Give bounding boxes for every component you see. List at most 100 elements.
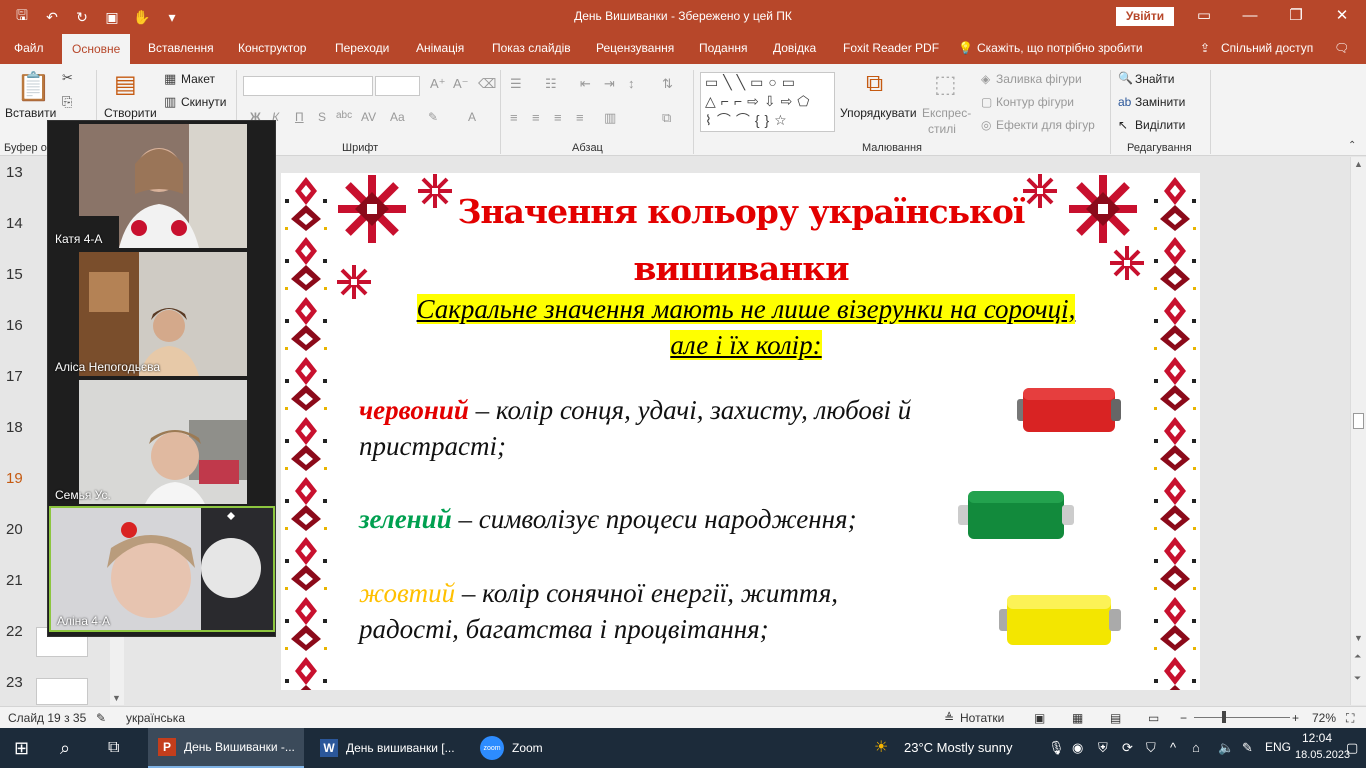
pen-icon[interactable]: ✎	[1242, 740, 1253, 756]
sign-in-button[interactable]: Увійти	[1116, 7, 1174, 26]
justify-icon[interactable]: ≡	[576, 110, 584, 125]
red-description[interactable]: червоний – колір сонця, удачі, захисту, …	[359, 392, 911, 464]
line-spacing-icon[interactable]: ↕	[628, 76, 635, 91]
font-size-input[interactable]	[375, 76, 420, 96]
align-left-icon[interactable]: ≡	[510, 110, 518, 125]
taskbar-word[interactable]: W День вишиванки [...	[310, 728, 466, 768]
underline-button[interactable]: П	[295, 110, 304, 124]
comments-icon[interactable]: 🗨	[1334, 41, 1349, 55]
zoom-tray-icon[interactable]: ◉	[1072, 740, 1083, 756]
sync-icon[interactable]: ⟳	[1122, 740, 1133, 756]
start-button[interactable]: ⊞	[14, 728, 29, 768]
normal-view-icon[interactable]: ▣	[1034, 711, 1045, 725]
defender-icon[interactable]: ⛉	[1146, 740, 1156, 756]
shape-fill-button[interactable]: Заливка фігури	[996, 72, 1082, 86]
arrange-button[interactable]: Упорядкувати	[840, 106, 917, 120]
scroll-down-icon[interactable]: ▼	[112, 693, 121, 703]
decrease-indent-icon[interactable]: ⇤	[580, 76, 591, 92]
quick-styles-icon[interactable]: ⬚	[934, 70, 957, 99]
participant-tile[interactable]: Аліса Непогодьєва	[49, 250, 275, 376]
search-icon[interactable]: ⌕	[60, 728, 70, 768]
tab-design[interactable]: Конструктор	[238, 41, 306, 55]
align-center-icon[interactable]: ≡	[532, 110, 540, 125]
tab-animations[interactable]: Анімація	[416, 41, 464, 55]
shape-fill-icon[interactable]: ◈	[981, 72, 990, 86]
copy-icon[interactable]: ⎘	[62, 94, 72, 110]
new-slide-icon[interactable]: ▤	[114, 70, 137, 99]
tab-slideshow[interactable]: Показ слайдів	[492, 41, 571, 55]
paste-icon[interactable]: 📋	[16, 70, 51, 103]
volume-icon[interactable]: 🔈	[1218, 740, 1234, 756]
slide-subtitle[interactable]: Сакральне значення мають не лише візерун…	[371, 291, 1121, 363]
tab-foxit[interactable]: Foxit Reader PDF	[843, 41, 939, 55]
shapes-gallery[interactable]: ▭╲╲▭○▭ △⌐⌐⇨⇩⇨⬠ ⌇⌒⌒{}☆	[700, 72, 835, 132]
shape-outline-button[interactable]: Контур фігури	[996, 95, 1074, 109]
tab-transitions[interactable]: Переходи	[335, 41, 389, 55]
layout-icon[interactable]: ▦	[164, 71, 176, 87]
arrange-icon[interactable]: ⧉	[866, 70, 883, 98]
strikethrough-button[interactable]: S	[318, 110, 326, 124]
taskbar-powerpoint[interactable]: P День Вишиванки -...	[148, 728, 304, 768]
cut-icon[interactable]: ✂	[62, 70, 73, 86]
shape-effects-icon[interactable]: ◎	[981, 118, 991, 132]
shadow-button[interactable]: abc	[336, 110, 352, 121]
weather-icon[interactable]: ☀	[874, 737, 888, 757]
decrease-font-icon[interactable]: A⁻	[453, 76, 469, 92]
zoom-in-icon[interactable]: +	[1292, 711, 1299, 725]
reset-button[interactable]: Скинути	[181, 95, 226, 109]
shape-effects-button[interactable]: Ефекти для фігур	[996, 118, 1095, 132]
select-icon[interactable]: ↖	[1118, 118, 1128, 132]
next-slide-icon[interactable]: ⏷	[1354, 673, 1361, 684]
input-language[interactable]: ENG	[1265, 740, 1291, 754]
slide-canvas[interactable]: Значення кольору української вишиванки С…	[281, 173, 1200, 690]
align-right-icon[interactable]: ≡	[554, 110, 562, 125]
increase-indent-icon[interactable]: ⇥	[604, 76, 615, 92]
language-indicator[interactable]: українська	[126, 711, 185, 725]
tab-insert[interactable]: Вставлення	[148, 41, 214, 55]
notes-button[interactable]: Нотатки	[960, 711, 1004, 725]
scroll-down-icon[interactable]: ▼	[1354, 633, 1363, 643]
share-button[interactable]: Спільний доступ	[1221, 41, 1313, 55]
participant-tile-active-speaker[interactable]: Аліна 4-А	[49, 506, 275, 632]
show-hidden-icon[interactable]: ^	[1170, 740, 1176, 755]
collapse-ribbon-icon[interactable]: ⌃	[1348, 140, 1356, 151]
minimize-button[interactable]: —	[1230, 4, 1270, 28]
green-description[interactable]: зелений – символізує процеси народження;	[359, 501, 857, 537]
spacing-button[interactable]: AV	[361, 110, 376, 124]
ribbon-display-icon[interactable]: ▭	[1184, 4, 1224, 28]
replace-button[interactable]: Замінити	[1135, 95, 1185, 109]
task-view-icon[interactable]: ⧉	[108, 728, 119, 768]
tab-help[interactable]: Довідка	[773, 41, 816, 55]
zoom-out-icon[interactable]: −	[1180, 711, 1187, 725]
participant-tile[interactable]: Семья Ус.	[49, 378, 275, 504]
security-icon[interactable]: ⛨	[1098, 740, 1108, 756]
increase-font-icon[interactable]: A⁺	[430, 76, 446, 92]
change-case-button[interactable]: Aa	[390, 110, 405, 124]
participant-tile[interactable]: Катя 4-А	[49, 122, 275, 248]
clock-date[interactable]: 18.05.2023	[1295, 749, 1350, 761]
zoom-level[interactable]: 72%	[1312, 711, 1336, 725]
smartart-icon[interactable]: ⧉	[662, 110, 671, 126]
shape-outline-icon[interactable]: ▢	[981, 95, 992, 109]
slideshow-icon[interactable]: ▭	[1148, 711, 1159, 725]
tab-home[interactable]: Основне	[62, 34, 131, 64]
zoom-slider[interactable]	[1194, 717, 1290, 718]
slide-title[interactable]: Значення кольору української вишиванки	[431, 183, 1051, 297]
scroll-up-icon[interactable]: ▲	[1354, 159, 1363, 169]
select-button[interactable]: Виділити	[1135, 118, 1185, 132]
columns-icon[interactable]: ▥	[604, 110, 616, 126]
tab-view[interactable]: Подання	[699, 41, 747, 55]
quick-styles-line1[interactable]: Експрес-	[922, 106, 971, 120]
reading-view-icon[interactable]: ▤	[1110, 711, 1121, 725]
spellcheck-icon[interactable]: ✎	[96, 711, 106, 725]
slide-sorter-icon[interactable]: ▦	[1072, 711, 1083, 725]
font-name-input[interactable]	[243, 76, 373, 96]
text-direction-icon[interactable]: ⇅	[662, 76, 673, 92]
quick-styles-line2[interactable]: стилі	[928, 122, 956, 136]
find-icon[interactable]: 🔍	[1118, 71, 1133, 85]
new-slide-button[interactable]: Створити	[104, 106, 157, 120]
close-button[interactable]: ✕	[1322, 4, 1362, 28]
clock-time[interactable]: 12:04	[1302, 731, 1332, 745]
weather-text[interactable]: 23°C Mostly sunny	[904, 740, 1013, 755]
replace-icon[interactable]: ab	[1118, 95, 1131, 109]
